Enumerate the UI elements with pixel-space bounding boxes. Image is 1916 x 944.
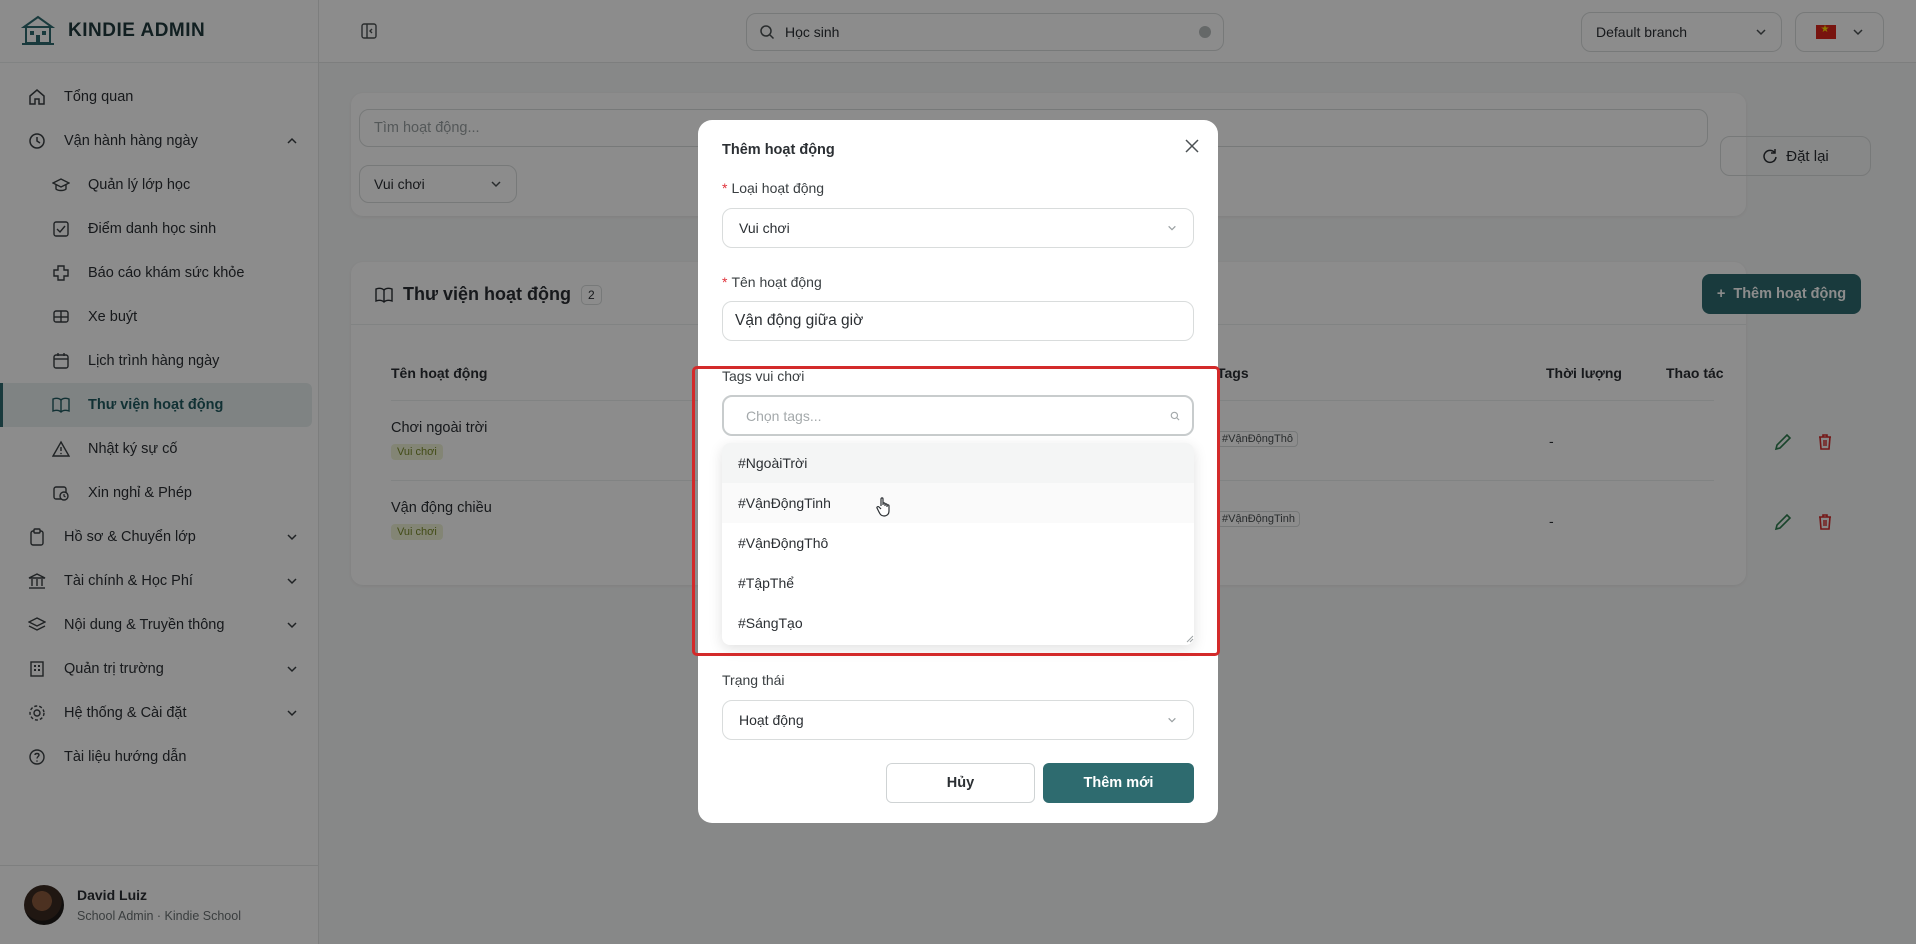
required-marker: * bbox=[722, 274, 728, 290]
modal-title: Thêm hoạt động bbox=[722, 142, 835, 158]
hand-cursor-icon bbox=[876, 497, 890, 517]
chevron-down-icon bbox=[1168, 225, 1176, 231]
activity-type-select[interactable]: Vui chơi bbox=[722, 208, 1194, 248]
highlight-box bbox=[692, 366, 1220, 656]
cancel-button[interactable]: Hủy bbox=[886, 763, 1035, 803]
status-label: Trạng thái bbox=[722, 672, 785, 688]
required-marker: * bbox=[722, 180, 728, 196]
activity-name-label: * Tên hoạt động bbox=[722, 274, 822, 290]
status-select[interactable]: Hoạt động bbox=[722, 700, 1194, 740]
submit-button[interactable]: Thêm mới bbox=[1043, 763, 1194, 803]
activity-type-label: * Loại hoạt động bbox=[722, 180, 825, 196]
status-value: Hoạt động bbox=[739, 712, 804, 728]
activity-type-value: Vui chơi bbox=[739, 220, 790, 236]
close-icon[interactable] bbox=[1184, 138, 1200, 154]
activity-name-input[interactable]: Vận động giữa giờ bbox=[722, 301, 1194, 341]
chevron-down-icon bbox=[1168, 717, 1176, 723]
activity-name-value: Vận động giữa giờ bbox=[735, 312, 864, 329]
